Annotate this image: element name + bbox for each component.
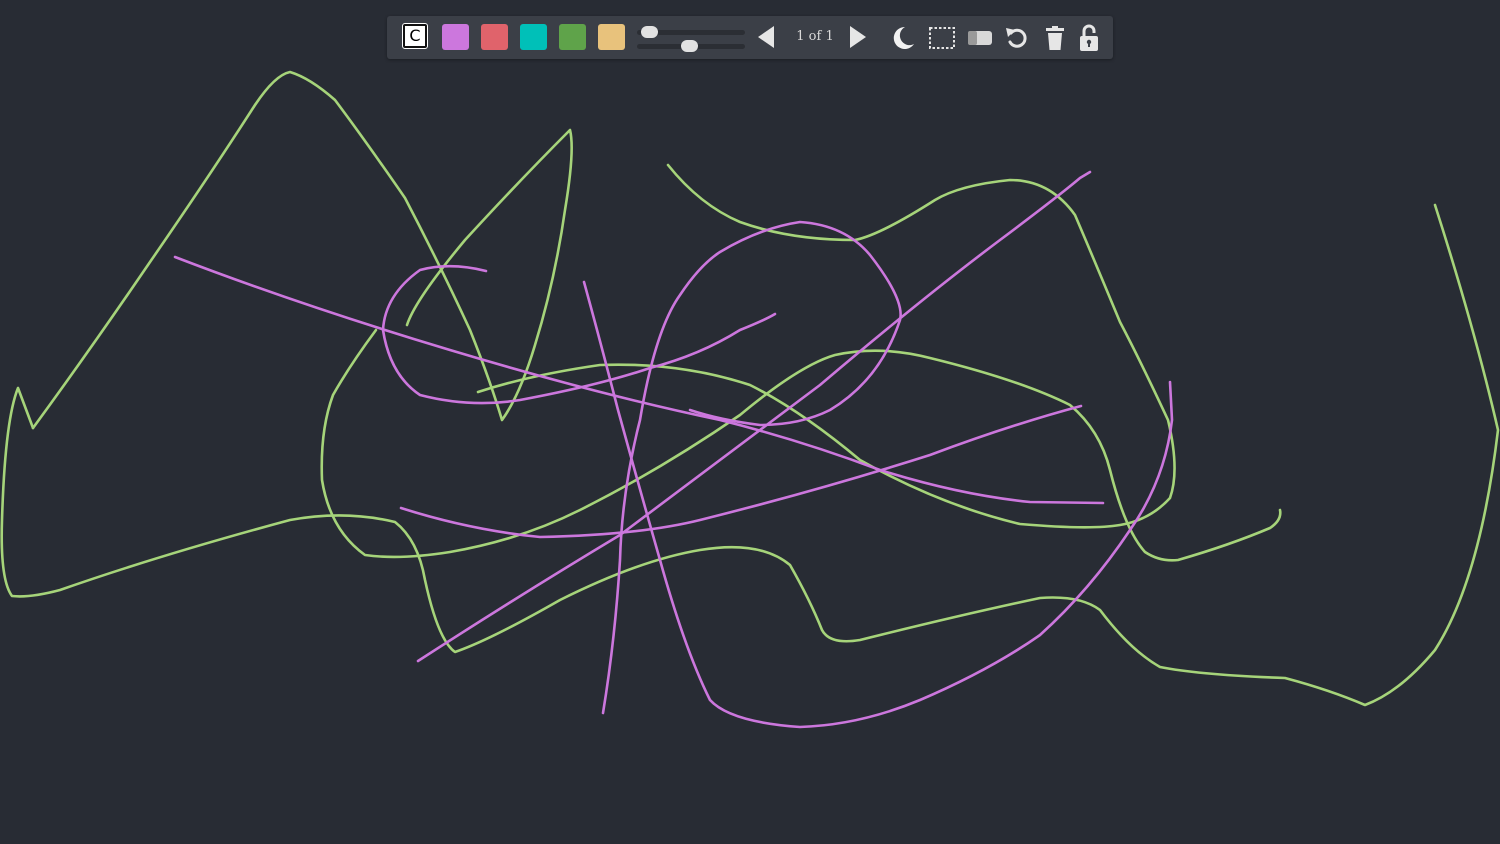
- slider-knob[interactable]: [641, 26, 658, 38]
- green-stroke: [31, 70, 573, 430]
- lock-button[interactable]: [1075, 24, 1103, 51]
- color-swatch-green[interactable]: [559, 24, 586, 50]
- undo-icon: [1006, 27, 1027, 48]
- eraser-icon: [968, 30, 992, 45]
- toolbar: C 1 of 1: [387, 16, 1113, 59]
- unlocked-padlock-icon: [1080, 24, 1098, 51]
- trash-icon: [1046, 25, 1064, 50]
- purple-stroke: [582, 280, 1174, 729]
- green-stroke: [0, 203, 1500, 707]
- green-stroke: [476, 163, 1176, 529]
- purple-stroke: [173, 255, 1105, 505]
- color-swatch-purple[interactable]: [442, 24, 469, 50]
- color-swatch-yellow[interactable]: [598, 24, 625, 50]
- color-swatch-red[interactable]: [481, 24, 508, 50]
- moon-icon: [893, 26, 914, 49]
- color-swatch-teal[interactable]: [520, 24, 547, 50]
- slider-knob[interactable]: [681, 40, 698, 52]
- next-page-button[interactable]: [845, 24, 871, 50]
- drawing-canvas[interactable]: [0, 0, 1500, 844]
- select-tool-button[interactable]: [928, 24, 956, 51]
- clear-button[interactable]: C: [402, 23, 428, 49]
- delete-button[interactable]: [1041, 24, 1069, 51]
- purple-stroke: [381, 264, 777, 405]
- page-indicator: 1 of 1: [796, 29, 834, 44]
- dashed-rectangle-select-icon: [929, 26, 955, 49]
- prev-page-button[interactable]: [753, 24, 779, 50]
- opacity-slider[interactable]: [637, 40, 745, 52]
- eraser-button[interactable]: [966, 24, 994, 51]
- stroke-width-slider[interactable]: [637, 26, 745, 38]
- undo-button[interactable]: [1003, 24, 1031, 51]
- purple-stroke: [416, 170, 1092, 663]
- triangle-left-icon: [758, 26, 774, 48]
- theme-toggle-button[interactable]: [888, 24, 916, 51]
- triangle-right-icon: [850, 26, 866, 48]
